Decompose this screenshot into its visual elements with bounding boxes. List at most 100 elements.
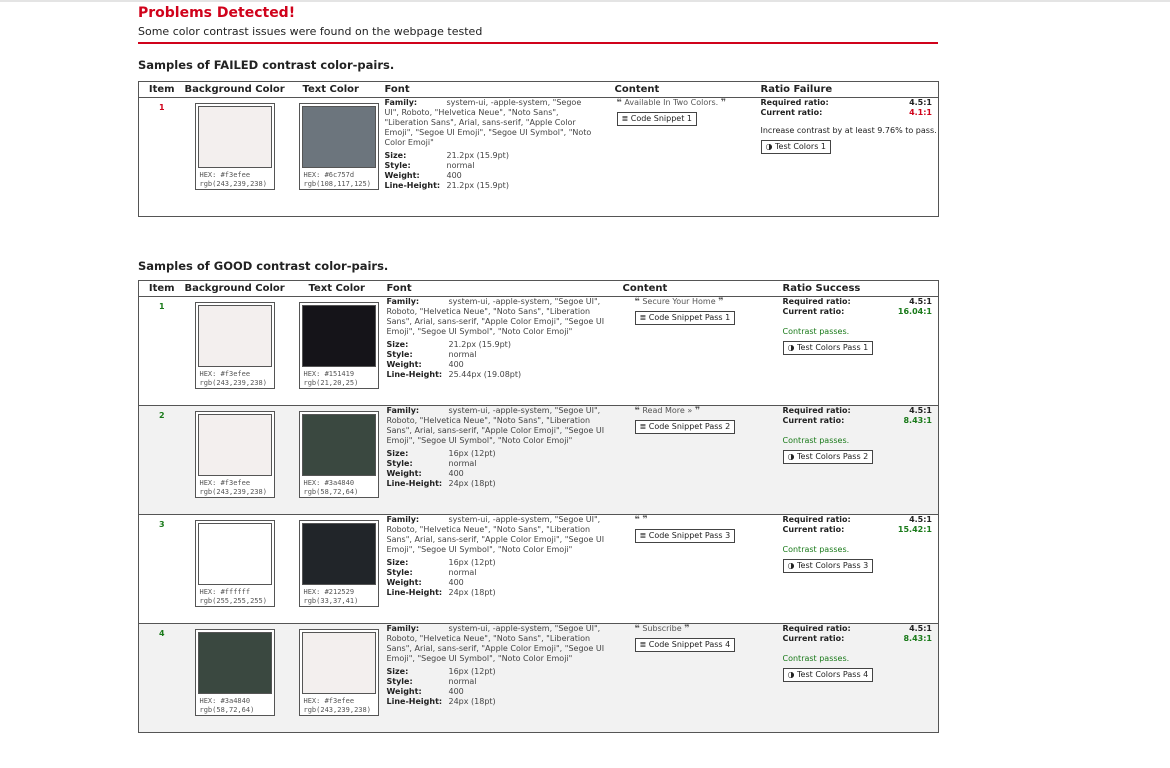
problems-title: Problems Detected!	[138, 5, 296, 21]
content-sample: ❝ Read More » ❞	[635, 406, 783, 416]
content-sample: ❝ Secure Your Home ❞	[635, 297, 783, 307]
content-text: Available In Two Colors.	[624, 98, 719, 107]
top-divider	[0, 0, 1170, 2]
text-swatch	[301, 106, 376, 168]
open-quote-icon: ❝	[634, 515, 640, 525]
code-snippet-button[interactable]: ≣ Code Snippet Pass 1	[634, 311, 736, 325]
background-rgb: rgb(58,72,64)	[199, 706, 255, 714]
failed-table: Item Background Color Text Color Font Co…	[138, 81, 939, 217]
item-number: 1	[158, 103, 165, 112]
content-cell: ❝ Available In Two Colors. ❞ ≣ Code Snip…	[605, 98, 761, 217]
good-heading: Samples of GOOD contrast color-pairs.	[138, 259, 389, 273]
text-swatch	[301, 414, 376, 476]
text-color-cell: HEX: #3a4840 rgb(58,72,64)	[290, 405, 387, 515]
weight-value: 400	[448, 469, 464, 478]
item-number: 4	[138, 623, 185, 733]
background-swatch	[197, 414, 272, 476]
font-size: Size: 16px (12pt)	[387, 558, 615, 568]
content-text: Subscribe	[642, 624, 682, 633]
font-weight: Weight: 400	[387, 469, 615, 479]
text-swatch-box: HEX: #212529 rgb(33,37,41)	[298, 520, 379, 607]
style-value: normal	[448, 459, 477, 468]
item-number: 2	[138, 405, 185, 515]
red-divider	[138, 42, 938, 44]
font-line-height: Line-Height: 25.44px (19.08pt)	[387, 370, 615, 380]
text-swatch-box: HEX: #3a4840 rgb(58,72,64)	[298, 411, 379, 498]
open-quote-icon: ❝	[634, 297, 640, 307]
required-ratio-value: 4.5:1	[909, 297, 932, 306]
result-row: 4 HEX: #3a4840 rgb(58,72,64) HEX: #f3efe…	[138, 623, 939, 733]
background-color-cell: HEX: #3a4840 rgb(58,72,64)	[184, 623, 291, 733]
background-color-cell: HEX: #f3efee rgb(243,239,238)	[185, 297, 291, 406]
text-rgb: rgb(33,37,41)	[303, 597, 359, 605]
ratio-cell: Required ratio: 4.5:1 Current ratio: 8.43:…	[782, 405, 939, 515]
col-ratio-failure: Ratio Failure	[760, 81, 939, 98]
background-swatch	[197, 305, 272, 367]
text-color-cell: HEX: #6c757d rgb(108,117,125)	[291, 98, 385, 217]
item-number: 3	[138, 514, 185, 624]
font-properties: Size: 21.2px (15.9pt) Style: normal Weight…	[385, 151, 597, 191]
test-colors-button[interactable]: ◑ Test Colors Pass 4	[782, 668, 874, 682]
line-height-label: Line-Height:	[386, 697, 443, 706]
code-snippet-button[interactable]: ≣ Code Snippet Pass 3	[634, 529, 736, 543]
weight-value: 400	[446, 171, 462, 180]
report: Problems Detected! Some color contrast i…	[138, 5, 939, 733]
background-hex: HEX: #f3efee	[199, 479, 251, 487]
font-properties: Size: 21.2px (15.9pt) Style: normal Weight…	[387, 340, 615, 380]
current-ratio-value: 4.1:1	[909, 108, 932, 117]
ratio-message: Contrast passes.	[782, 436, 850, 445]
item-number: 1	[158, 302, 165, 311]
text-swatch	[301, 523, 376, 585]
result-row: 1 HEX: #f3efee rgb(243,239,238) HEX: #15…	[139, 297, 939, 406]
background-swatch-box: HEX: #3a4840 rgb(58,72,64)	[194, 629, 275, 716]
content-sample: ❝ ❞	[635, 515, 783, 525]
required-ratio-value: 4.5:1	[909, 98, 932, 107]
col-item: Item	[138, 280, 185, 297]
style-label: Style:	[386, 568, 413, 577]
required-ratio: Required ratio: 4.5:1	[761, 98, 939, 108]
current-ratio: Current ratio: 8.43:1	[783, 416, 939, 426]
line-height-value: 21.2px (15.9pt)	[446, 181, 509, 190]
open-quote-icon: ❝	[634, 624, 640, 634]
test-colors-button[interactable]: ◑ Test Colors Pass 3	[782, 559, 874, 573]
size-label: Size:	[386, 340, 409, 349]
font-cell: Family: system-ui, -apple-system, "Segoe …	[386, 514, 623, 624]
failed-heading: Samples of FAILED contrast color-pairs.	[138, 58, 395, 72]
style-label: Style:	[386, 350, 413, 359]
result-row: 1 HEX: #f3efee rgb(243,239,238) HEX: #6c…	[139, 98, 939, 217]
col-background-color: Background Color	[184, 280, 291, 297]
code-snippet-button[interactable]: ≣ Code Snippet Pass 2	[634, 420, 736, 434]
code-snippet-button[interactable]: ≣ Code Snippet 1	[616, 112, 697, 126]
background-swatch	[197, 632, 272, 694]
test-colors-button[interactable]: ◑ Test Colors Pass 2	[782, 450, 874, 464]
code-snippet-button[interactable]: ≣ Code Snippet Pass 4	[634, 638, 736, 652]
text-swatch-box: HEX: #151419 rgb(21,20,25)	[298, 302, 379, 389]
font-family: Family: system-ui, -apple-system, "Segoe …	[385, 98, 597, 148]
background-hex: HEX: #f3efee	[199, 370, 251, 378]
font-family: Family: system-ui, -apple-system, "Segoe …	[387, 297, 615, 337]
test-colors-button[interactable]: ◑ Test Colors 1	[760, 140, 832, 154]
test-colors-button[interactable]: ◑ Test Colors Pass 1	[782, 341, 874, 355]
text-swatch	[301, 305, 376, 367]
result-row: 2 HEX: #f3efee rgb(243,239,238) HEX: #3a…	[138, 405, 939, 515]
ratio-message: Contrast passes.	[782, 545, 850, 554]
font-cell: Family: system-ui, -apple-system, "Segoe …	[385, 98, 605, 217]
size-label: Size:	[386, 667, 409, 676]
ratio-message: Contrast passes.	[782, 654, 850, 663]
background-rgb: rgb(243,239,238)	[199, 180, 267, 188]
background-rgb: rgb(243,239,238)	[199, 379, 267, 387]
text-swatch	[301, 632, 376, 694]
current-ratio-label: Current ratio:	[782, 307, 845, 316]
font-weight: Weight: 400	[387, 687, 615, 697]
font-style: Style: normal	[387, 677, 615, 687]
content-cell: ❝ Read More » ❞ ≣ Code Snippet Pass 2	[622, 405, 783, 515]
font-style: Style: normal	[387, 459, 615, 469]
text-hex: HEX: #f3efee	[303, 697, 355, 705]
font-style: Style: normal	[385, 161, 597, 171]
current-ratio-value: 16.04:1	[897, 307, 932, 316]
col-background-color: Background Color	[184, 81, 291, 98]
size-label: Size:	[386, 449, 409, 458]
required-ratio-value: 4.5:1	[909, 515, 932, 524]
background-swatch-box: HEX: #ffffff rgb(255,255,255)	[194, 520, 275, 607]
font-properties: Size: 16px (12pt) Style: normal Weight: 400…	[387, 667, 615, 707]
